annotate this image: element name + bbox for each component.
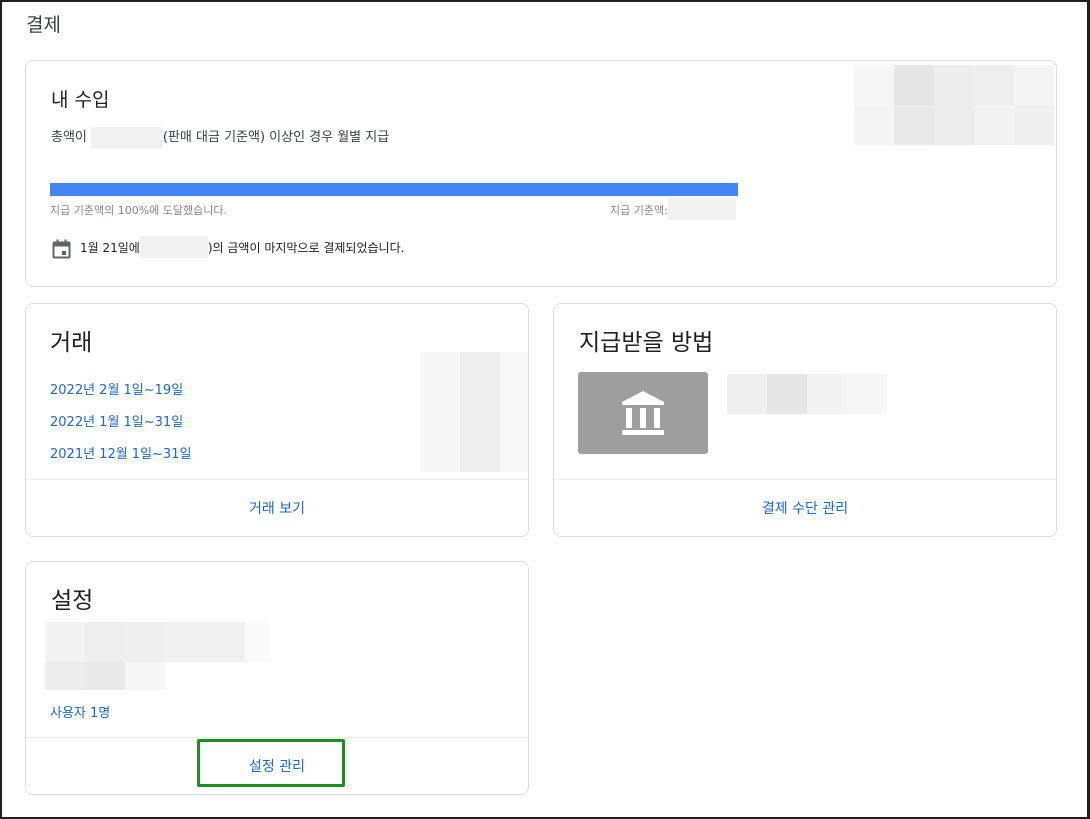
threshold-label-blurred-amount	[667, 198, 736, 220]
threshold-blurred-amount	[90, 126, 163, 149]
payment-method-divider	[554, 479, 1056, 480]
last-payment-info: 1월 21일에 )의 금액이 마지막으로 결제되었습니다.	[80, 235, 405, 258]
earnings-blurred-amount	[854, 65, 1054, 147]
view-transactions-button[interactable]: 거래 보기	[26, 498, 528, 518]
transactions-title: 거래	[50, 330, 93, 356]
earnings-card: 내 수입 총액이 (판매 대금 기준액) 이상인 경우 월별 지급 지급 기준액의…	[25, 60, 1057, 287]
earnings-title: 내 수입	[51, 89, 110, 111]
last-payment-suffix: )의 금액이 마지막으로 결제되었습니다.	[207, 241, 405, 255]
payout-progress-fill	[50, 183, 738, 196]
bank-icon	[578, 372, 708, 454]
threshold-suffix: (판매 대금 기준액) 이상인 경우 월별 지급	[162, 130, 390, 145]
transactions-divider	[26, 479, 528, 480]
payment-method-title: 지급받을 방법	[579, 330, 714, 356]
threshold-description: 총액이 (판매 대금 기준액) 이상인 경우 월별 지급	[51, 126, 389, 149]
threshold-label: 지급 기준액:	[610, 198, 736, 220]
threshold-label-text: 지급 기준액:	[610, 204, 668, 217]
settings-divider	[26, 737, 528, 738]
transactions-blurred-amount	[420, 352, 528, 472]
payout-progress-bar	[50, 183, 738, 196]
manage-settings-button[interactable]: 설정 관리	[26, 756, 528, 776]
threshold-prefix: 총액이	[51, 130, 87, 145]
progress-label: 지급 기준액의 100%에 도달했습니다.	[50, 204, 227, 217]
transactions-card: 거래 2022년 2월 1일~19일 2022년 1월 1일~31일 2021년…	[25, 303, 529, 537]
payment-method-card: 지급받을 방법 결제 수단 관리	[553, 303, 1057, 537]
transaction-period-link[interactable]: 2022년 1월 1일~31일	[50, 411, 183, 430]
transaction-period-link[interactable]: 2021년 12월 1일~31일	[50, 443, 191, 462]
last-payment-prefix: 1월 21일에	[80, 241, 140, 255]
calendar-icon	[52, 239, 71, 259]
settings-blurred-info	[45, 622, 270, 692]
settings-card: 설정 사용자 1명 설정 관리	[25, 561, 529, 795]
page-title: 결제	[26, 14, 61, 36]
transaction-period-link[interactable]: 2022년 2월 1일~19일	[50, 379, 183, 398]
users-link[interactable]: 사용자 1명	[50, 702, 110, 721]
settings-title: 설정	[51, 588, 94, 614]
payment-method-blurred-name	[727, 374, 887, 414]
manage-payment-methods-button[interactable]: 결제 수단 관리	[554, 498, 1056, 518]
last-payment-blurred-amount	[139, 235, 208, 258]
